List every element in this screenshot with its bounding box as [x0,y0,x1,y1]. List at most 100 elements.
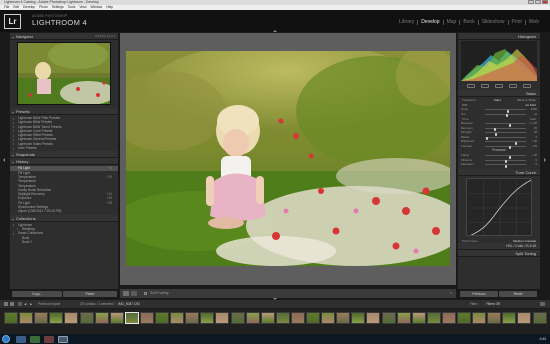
taskbar-app-icon[interactable] [16,335,26,343]
top-panel-toggle-icon[interactable] [273,30,277,32]
slider-track[interactable] [485,136,526,141]
filmstrip-thumbnail[interactable] [306,312,320,324]
filmstrip-thumbnail[interactable] [230,312,245,324]
main-photo[interactable] [126,51,450,266]
wb-select[interactable]: As Shot [525,103,536,107]
filmstrip-thumbnail[interactable] [366,312,381,324]
filmstrip-thumbnail[interactable] [124,312,139,324]
split-toning-header[interactable]: Split Toning [458,249,540,257]
filmstrip-thumbnail[interactable] [487,312,502,324]
filmstrip-thumbnail[interactable] [321,312,336,324]
filmstrip-thumbnail[interactable] [336,312,351,324]
hsl-tab[interactable]: HSL [506,244,512,248]
module-slideshow[interactable]: Slideshow [477,20,508,25]
preset-folder[interactable]: User Presets [10,146,118,150]
filmstrip-thumbnail[interactable] [200,312,215,324]
filmstrip-thumbnail[interactable] [502,312,517,324]
slider-value[interactable]: + 25 [531,144,537,149]
taskbar-app-icon[interactable] [44,335,54,343]
close-button[interactable] [542,0,548,4]
point-curve-select[interactable]: Medium Contrast [513,239,536,243]
filmstrip-thumbnail[interactable] [215,312,230,324]
filmstrip-source[interactable]: Previous Import [38,300,60,308]
histogram[interactable] [461,41,537,81]
tone-auto-button[interactable]: Auto [530,117,536,121]
crop-tool-icon[interactable] [467,83,475,88]
collection-item[interactable]: Book 2 [10,240,118,244]
slider-track[interactable] [485,113,526,118]
slider-track[interactable] [485,109,526,113]
filmstrip-thumbnail[interactable] [351,312,366,324]
module-print[interactable]: Print [507,20,525,25]
filmstrip-thumbnail[interactable] [457,312,471,324]
filmstrip-thumbnail[interactable] [275,312,290,324]
grid-view-icon[interactable] [18,302,22,306]
graduated-filter-tool-icon[interactable] [509,83,517,88]
treatment-bw[interactable]: Black & White [517,98,536,102]
navigator-zoom-options[interactable]: FIT FILL 1:1 3:1 [95,33,115,40]
tone-curve-graph[interactable] [466,177,532,236]
filmstrip-thumbnail[interactable] [185,312,200,324]
filmstrip-thumbnail[interactable] [517,312,532,324]
before-after-icon[interactable] [131,291,137,296]
copy-settings-button[interactable]: Copy... [12,291,62,297]
filmstrip-thumbnail[interactable] [532,312,547,324]
presets-header[interactable]: ▼ Presets [10,108,118,115]
slider-saturation[interactable]: Saturation 0 [458,162,540,168]
secondary-display-icon[interactable] [10,302,14,306]
filmstrip-thumbnail[interactable] [4,312,18,324]
history-header[interactable]: ▼ History [10,158,118,166]
loupe-view-icon[interactable] [123,291,129,296]
module-develop[interactable]: Develop [417,20,442,25]
left-panel-toggle-icon[interactable] [3,158,5,162]
histogram-header[interactable]: Histogram [458,33,540,40]
maximize-button[interactable] [535,0,541,4]
module-web[interactable]: Web [524,20,542,25]
history-step[interactable]: Import (10/6/2012 7:23:43 PM) [10,209,118,213]
tone-curve-header[interactable]: Tone Curve [458,168,540,176]
filmstrip-thumbnail[interactable] [64,312,79,324]
slider-value[interactable]: +6 [534,112,537,117]
filmstrip-thumbnail[interactable] [426,312,441,324]
filmstrip-thumbnail[interactable] [49,312,64,324]
collections-header[interactable]: ▼ Collections [10,214,118,222]
slider-track[interactable] [485,164,526,168]
filmstrip-thumbnail[interactable] [139,312,154,324]
basic-header[interactable]: Basic [458,90,540,97]
filmstrip-thumbnail[interactable] [170,312,185,324]
filmstrip-thumbnail[interactable] [396,312,411,324]
filmstrip-thumbnail[interactable] [79,312,94,324]
reset-button[interactable]: Reset [499,291,537,297]
slider-track[interactable] [485,123,526,127]
taskbar-lightroom-icon[interactable] [58,335,68,343]
back-arrow-icon[interactable]: ◀ [24,300,26,308]
slider-track[interactable] [485,145,526,150]
spot-removal-tool-icon[interactable] [481,83,489,88]
snapshots-header[interactable]: ▼ Snapshots [10,151,118,159]
slider-tint[interactable]: Tint +6 [458,112,540,118]
soft-proofing-checkbox-icon[interactable] [144,292,147,295]
filmstrip-thumbnail[interactable] [109,312,124,324]
module-book[interactable]: Book [459,20,477,25]
filmstrip-thumbnail[interactable] [19,312,34,324]
bw-tab[interactable]: B & W [526,244,536,248]
slider-value[interactable]: 0 [535,162,537,167]
minimize-button[interactable] [528,0,534,4]
slider-track[interactable] [485,127,526,132]
red-eye-tool-icon[interactable] [495,83,503,88]
slider-track[interactable] [485,155,526,159]
filter-toggle-icon[interactable] [540,302,545,306]
filmstrip-thumbnail[interactable] [411,312,426,324]
adjustment-brush-tool-icon[interactable] [523,83,531,88]
slider-track[interactable] [485,132,526,136]
filmstrip-thumbnail[interactable] [472,312,487,324]
module-library[interactable]: Library [396,20,417,25]
filmstrip-thumbnail[interactable] [34,312,49,324]
primary-display-icon[interactable] [4,302,8,306]
treatment-color[interactable]: Color [494,98,501,102]
filmstrip-thumbnail[interactable] [245,312,260,324]
slider-knob[interactable] [504,164,507,168]
filmstrip-thumbnail[interactable] [290,312,305,324]
forward-arrow-icon[interactable]: ▶ [30,300,32,308]
navigator-header[interactable]: ▼ Navigator FIT FILL 1:1 3:1 [10,33,118,40]
